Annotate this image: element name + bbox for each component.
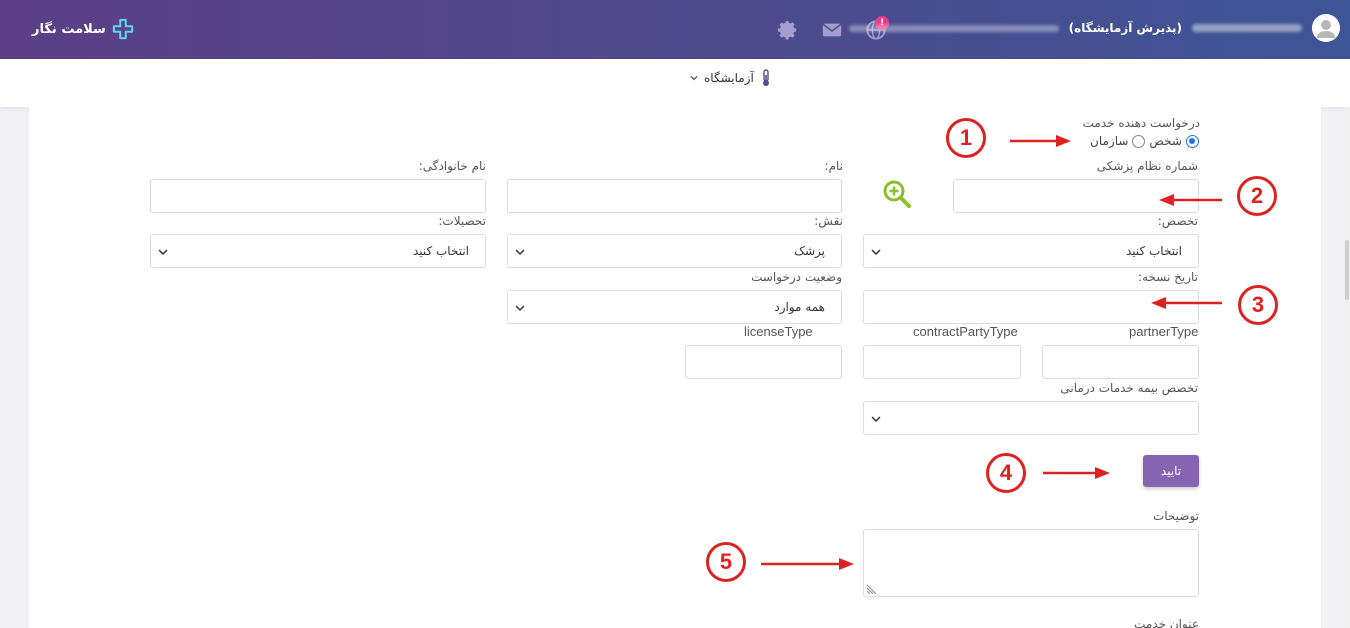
annotation-arrow-right-icon — [761, 558, 854, 570]
radio-organization-label: سازمان — [1090, 134, 1129, 148]
annotation-number: 2 — [1237, 176, 1277, 216]
prescription-date-input[interactable] — [863, 290, 1199, 324]
request-status-label: وضعیت درخواست — [751, 270, 842, 284]
role-label: نقش: — [814, 214, 843, 228]
radio-person[interactable] — [1185, 134, 1199, 148]
scrollbar-thumb[interactable] — [1345, 240, 1349, 300]
request-status-select[interactable]: همه موارد — [507, 290, 842, 324]
radio-person-label: شخص — [1149, 134, 1182, 148]
annotation-arrow-left-icon — [1151, 297, 1222, 309]
chevron-down-icon — [871, 249, 881, 256]
thermometer-icon — [762, 69, 769, 86]
user-avatar-icon — [1312, 14, 1340, 42]
license-type-label: licenseType — [744, 324, 813, 339]
partner-type-input[interactable] — [1042, 345, 1199, 379]
specialty-select-value: انتخاب کنید — [1125, 244, 1182, 258]
last-name-label: نام خانوادگی: — [418, 159, 486, 173]
education-select[interactable]: انتخاب کنید — [150, 234, 486, 268]
role-select[interactable]: پزشک — [507, 234, 842, 268]
chevron-down-icon — [515, 249, 525, 256]
settings-gear-icon[interactable] — [777, 19, 799, 41]
resize-handle-icon[interactable] — [866, 582, 878, 594]
contract-party-type-label: contractPartyType — [913, 324, 1018, 339]
user-menu[interactable]: (پذیرش آزمایشگاه) — [848, 14, 1340, 42]
insurance-specialty-select[interactable] — [863, 401, 1199, 435]
brand[interactable]: سلامت نگار — [32, 18, 134, 40]
nav-label: آزمایشگاه — [704, 71, 754, 85]
user-org-blurred — [848, 24, 1059, 32]
description-textarea[interactable] — [863, 529, 1199, 597]
radio-organization[interactable] — [1132, 134, 1146, 148]
chevron-down-icon — [515, 305, 525, 312]
top-header: سلامت نگار ! (پذیرش آزمایشگاه) — [0, 0, 1350, 59]
brand-name: سلامت نگار — [32, 21, 106, 37]
last-name-input[interactable] — [150, 179, 486, 213]
chevron-down-icon — [871, 416, 881, 423]
annotation-number: 3 — [1238, 285, 1278, 325]
prescription-date-label: تاریخ نسخه: — [1138, 270, 1198, 284]
education-select-value: انتخاب کنید — [412, 244, 469, 258]
user-role: (پذیرش آزمایشگاه) — [1068, 21, 1182, 35]
annotation-number: 5 — [706, 542, 746, 582]
annotation-arrow-left-icon — [1159, 194, 1222, 206]
annotation-arrow-right-icon — [1010, 135, 1071, 147]
role-select-value: پزشک — [794, 244, 825, 258]
contract-party-type-input[interactable] — [863, 345, 1021, 379]
request-status-select-value: همه موارد — [774, 300, 825, 314]
description-label: توضیحات — [1152, 509, 1199, 523]
service-title-label: عنوان خدمت — [1134, 617, 1199, 628]
annotation-number: 4 — [986, 453, 1026, 493]
first-name-label: نام: — [824, 159, 843, 173]
annotation-number: 1 — [946, 118, 986, 158]
first-name-input[interactable] — [507, 179, 842, 213]
brand-logo-icon — [112, 18, 133, 40]
medical-code-label: شماره نظام پزشکی — [1096, 159, 1198, 173]
scrollbar-track[interactable] — [1344, 107, 1350, 628]
education-label: تحصیلات: — [438, 214, 486, 228]
annotation-arrow-right-icon — [1043, 467, 1110, 479]
service-provider-label: درخواست دهنده خدمت — [1082, 116, 1200, 130]
specialty-label: تخصص: — [1157, 214, 1198, 228]
chevron-down-icon — [158, 249, 168, 256]
requester-type-radio-group: شخص سازمان — [1090, 134, 1199, 148]
confirm-button[interactable]: تایید — [1143, 455, 1199, 487]
specialty-select[interactable]: انتخاب کنید — [863, 234, 1199, 268]
mail-icon[interactable] — [821, 19, 843, 41]
sub-navigation: آزمایشگاه — [0, 59, 1350, 107]
partner-type-label: partnerType — [1129, 324, 1199, 339]
nav-item-laboratory[interactable]: آزمایشگاه — [690, 69, 772, 87]
search-zoom-icon[interactable] — [882, 179, 912, 209]
user-name-blurred — [1192, 24, 1302, 32]
insurance-specialty-label: تخصص بیمه خدمات درمانی — [1060, 381, 1198, 395]
chevron-down-icon — [690, 76, 698, 81]
license-type-input[interactable] — [685, 345, 842, 379]
